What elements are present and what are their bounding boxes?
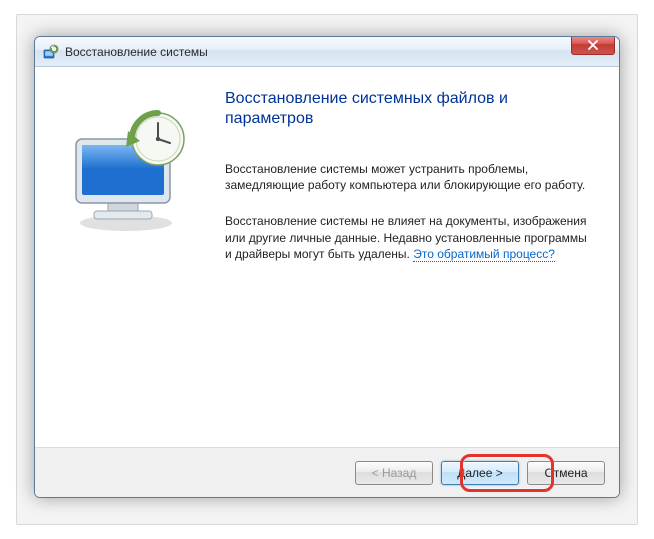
- reversible-process-link[interactable]: Это обратимый процесс?: [413, 247, 555, 262]
- client-area: Восстановление системных файлов и параме…: [35, 67, 619, 497]
- intro-paragraph-2: Восстановление системы не влияет на доку…: [225, 213, 593, 262]
- text-column: Восстановление системных файлов и параме…: [225, 87, 593, 437]
- close-icon: [587, 40, 599, 50]
- intro-paragraph-1: Восстановление системы может устранить п…: [225, 161, 593, 193]
- system-restore-dialog: Восстановление системы: [34, 36, 620, 498]
- back-button[interactable]: < Назад: [355, 461, 433, 485]
- content-area: Восстановление системных файлов и параме…: [35, 67, 619, 447]
- cancel-button[interactable]: Отмена: [527, 461, 605, 485]
- system-restore-icon: [43, 44, 59, 60]
- titlebar: Восстановление системы: [35, 37, 619, 67]
- button-row: < Назад Далее > Отмена: [35, 447, 619, 497]
- window-title: Восстановление системы: [65, 45, 571, 59]
- next-button[interactable]: Далее >: [441, 461, 519, 485]
- close-button[interactable]: [571, 36, 615, 55]
- page-heading: Восстановление системных файлов и параме…: [225, 89, 593, 129]
- restore-illustration: [61, 87, 201, 437]
